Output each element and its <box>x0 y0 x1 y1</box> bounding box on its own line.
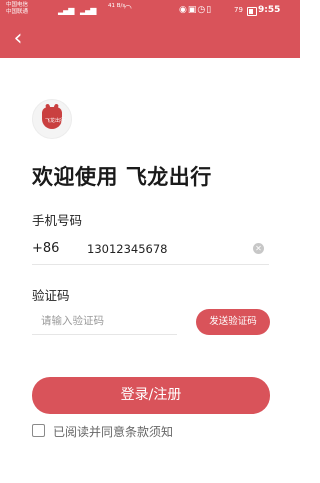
code-divider <box>32 334 177 335</box>
network-speed: 41 B/s <box>108 3 126 9</box>
status-bar: 中国电信 中国联通 ▂▄▆ ▂▄▆ 41 B/s ◠ ◉▣◷▯ 79 9:55 <box>0 0 300 22</box>
clear-icon[interactable]: ✕ <box>253 243 264 254</box>
phone-input[interactable] <box>87 235 247 263</box>
send-code-button[interactable]: 发送验证码 <box>196 309 270 335</box>
status-time: 9:55 <box>258 5 281 15</box>
wifi-icon: ◠ <box>124 4 132 14</box>
app-logo: 飞龙出行 <box>32 99 72 139</box>
country-code[interactable]: +86 <box>32 241 59 256</box>
carrier-2-label: 中国联通 <box>6 9 29 15</box>
signal-icon: ▂▄▆ <box>80 6 97 15</box>
battery-percent: 79 <box>234 6 243 14</box>
agreement-text[interactable]: 已阅读并同意条款须知 <box>53 423 173 440</box>
agreement-checkbox[interactable] <box>32 424 45 437</box>
status-icons: ◉▣◷▯ <box>179 5 212 15</box>
nav-bar: ‹ <box>0 22 300 58</box>
signal-icon: ▂▄▆ <box>58 6 75 15</box>
code-label: 验证码 <box>32 288 70 303</box>
eye-icon: ◉ <box>179 5 188 15</box>
code-input[interactable] <box>41 309 171 333</box>
carrier-1-label: 中国电信 <box>6 2 29 8</box>
chevron-left-icon: ‹ <box>13 26 23 51</box>
alarm-icon: ◷ <box>197 5 207 15</box>
back-button[interactable]: ‹ <box>8 26 28 51</box>
logo-brand-text: 飞龙出行 <box>45 118 66 124</box>
nfc-icon: ▣ <box>187 5 198 15</box>
carrier-info: 中国电信 中国联通 <box>6 2 28 16</box>
login-register-button[interactable]: 登录/注册 <box>32 377 270 414</box>
app-logo-icon: 飞龙出行 <box>42 107 66 129</box>
battery-icon <box>247 7 257 16</box>
vibrate-icon: ▯ <box>206 5 213 15</box>
phone-divider <box>32 264 269 265</box>
phone-label: 手机号码 <box>32 213 83 228</box>
welcome-title: 欢迎使用 飞龙出行 <box>32 165 212 189</box>
